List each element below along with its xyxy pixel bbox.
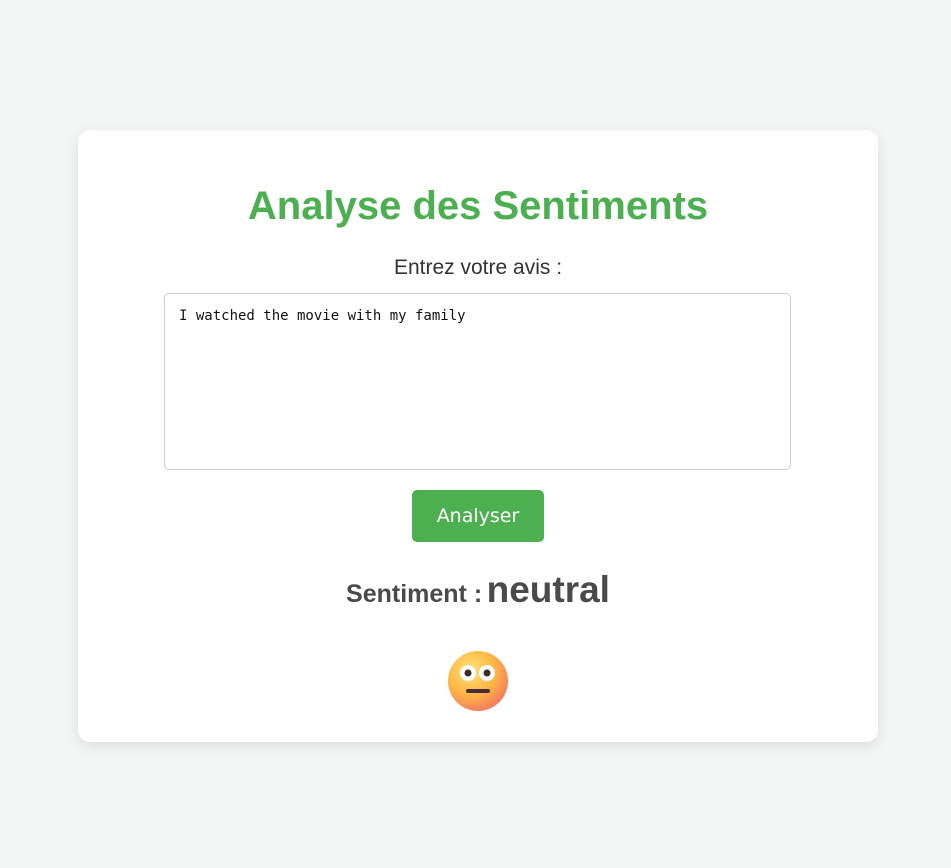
sentiment-result-value: neutral [486, 569, 610, 610]
sentiment-result-label: Sentiment : [346, 580, 483, 608]
review-prompt-label: Entrez votre avis : [393, 256, 563, 279]
neutral-face-icon [447, 650, 509, 712]
page-title: Analyse des Sentiments [247, 184, 709, 228]
review-textarea[interactable] [164, 293, 791, 470]
sentiment-card: Analyse des Sentiments Entrez votre avis… [78, 130, 878, 742]
analyze-button[interactable]: Analyser [412, 490, 544, 542]
sentiment-result: Sentiment : neutral [78, 566, 878, 622]
